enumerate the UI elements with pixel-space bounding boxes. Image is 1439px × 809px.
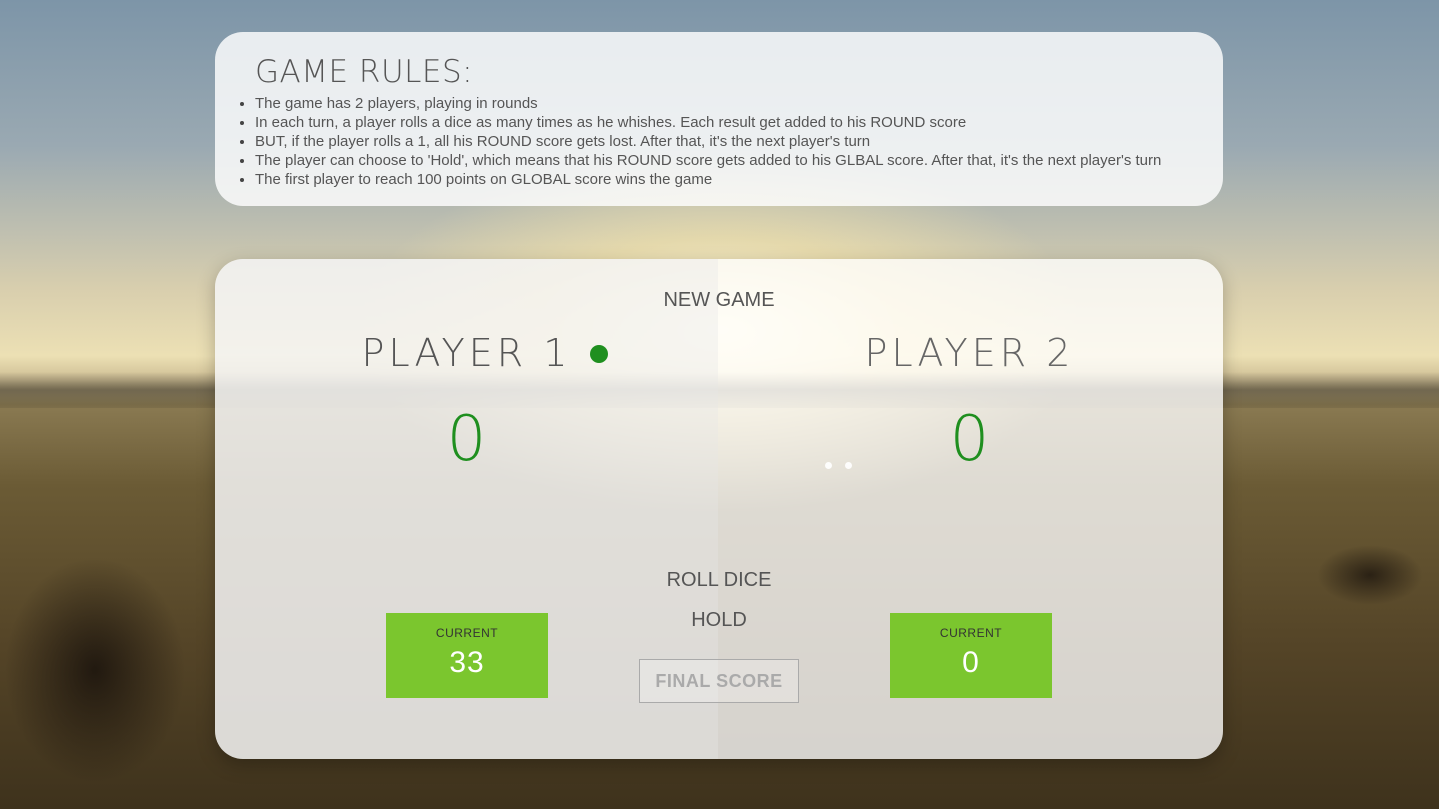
rule-item: The game has 2 players, playing in round…: [255, 94, 1193, 113]
player-2-current-score: 0: [962, 646, 980, 679]
background-people-left: [0, 520, 210, 809]
roll-dice-button-row: ROLL DICE: [215, 569, 1223, 592]
rules-title: GAME RULES:: [255, 54, 474, 90]
rules-panel: GAME RULES: The game has 2 players, play…: [215, 32, 1223, 206]
player-1-current-score: 33: [449, 646, 485, 679]
rule-item: The player can choose to 'Hold', which m…: [255, 151, 1193, 170]
rule-item: In each turn, a player rolls a dice as m…: [255, 113, 1193, 132]
roll-dice-button[interactable]: ROLL DICE: [667, 569, 772, 592]
hold-button[interactable]: HOLD: [691, 609, 747, 632]
new-game-button-row: NEW GAME: [215, 289, 1223, 312]
player-1-global-score: 0: [446, 402, 487, 475]
hold-button-row: HOLD: [215, 609, 1223, 632]
game-board: PLAYER 1 0 CURRENT 33 PLAYER 2 0 CURRENT…: [215, 259, 1223, 759]
rule-item: BUT, if the player rolls a 1, all his RO…: [255, 132, 1193, 151]
dice-dot: [825, 462, 832, 469]
rule-item: The first player to reach 100 points on …: [255, 170, 1193, 189]
rules-list: The game has 2 players, playing in round…: [255, 94, 1193, 189]
new-game-button[interactable]: NEW GAME: [663, 289, 774, 312]
player-2-global-score: 0: [949, 402, 990, 475]
player-1-name: PLAYER 1: [361, 331, 572, 375]
active-player-dot-icon: [590, 345, 608, 363]
player-2-name: PLAYER 2: [864, 331, 1075, 375]
dice-glint: [825, 462, 855, 472]
background-people-right: [1290, 530, 1439, 610]
final-score-input[interactable]: FINAL SCORE: [639, 659, 799, 703]
dice-dot: [845, 462, 852, 469]
